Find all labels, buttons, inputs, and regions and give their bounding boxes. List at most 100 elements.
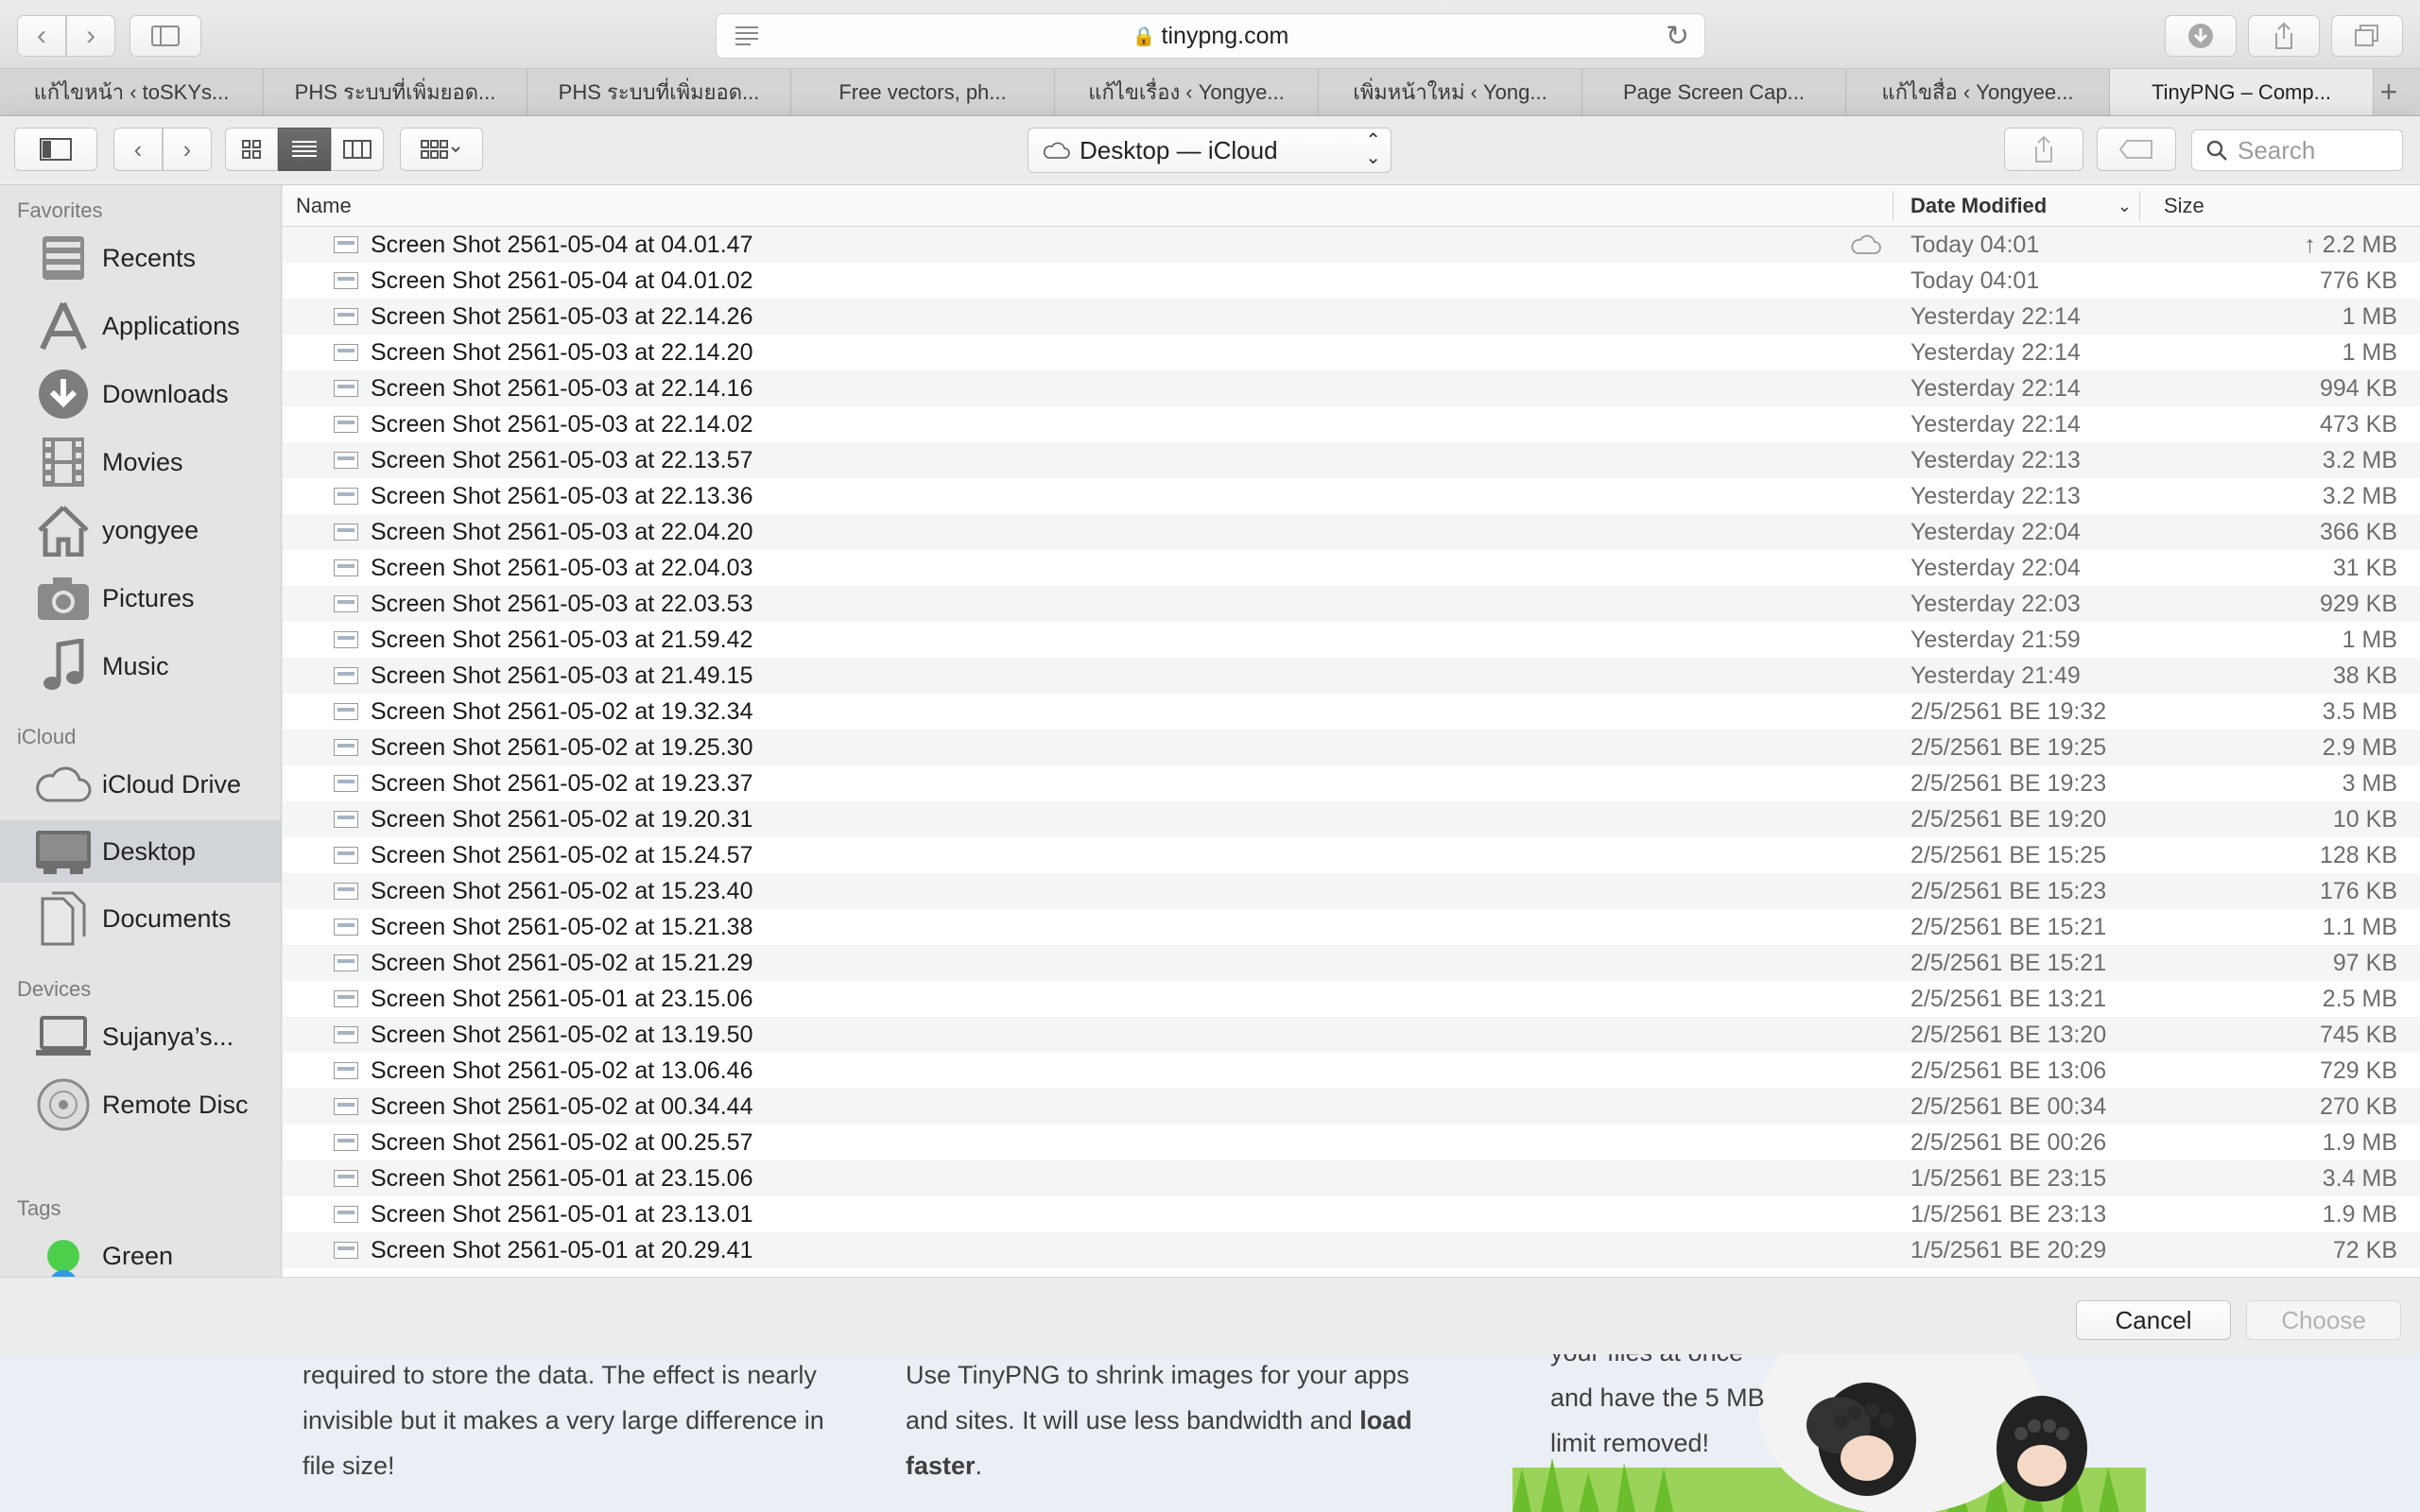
table-row[interactable]: Screen Shot 2561-05-02 at 19.25.30 2/5/25… bbox=[283, 730, 2420, 765]
tab-3[interactable]: PHS ระบบที่เพิ่มยอด... bbox=[527, 69, 791, 115]
plus-icon: + bbox=[2379, 75, 2398, 109]
tab-4[interactable]: Free vectors, ph... bbox=[791, 69, 1055, 115]
sidebar-item-remote-disc[interactable]: Remote Disc bbox=[0, 1074, 281, 1136]
forward-button[interactable]: › bbox=[66, 15, 115, 57]
arrange-button[interactable] bbox=[400, 128, 483, 171]
column-view-button[interactable] bbox=[331, 128, 384, 171]
image-file-icon bbox=[334, 1242, 358, 1259]
file-size: 31 KB bbox=[2332, 554, 2397, 581]
file-size: 97 KB bbox=[2332, 949, 2397, 976]
file-size: 994 KB bbox=[2319, 374, 2397, 402]
file-size: 1.1 MB bbox=[2322, 913, 2397, 940]
table-row[interactable]: Screen Shot 2561-05-02 at 15.21.29 2/5/25… bbox=[283, 945, 2420, 981]
back-button[interactable]: ‹ bbox=[113, 128, 163, 171]
tab-5[interactable]: แก้ไขเรื่อง ‹ Yongye... bbox=[1055, 69, 1319, 115]
cloud-icon bbox=[1043, 142, 1070, 159]
image-file-icon bbox=[334, 524, 358, 541]
table-row[interactable]: Screen Shot 2561-05-03 at 22.04.03 Yester… bbox=[283, 550, 2420, 586]
table-row[interactable]: Screen Shot 2561-05-01 at 23.13.01 1/5/25… bbox=[283, 1196, 2420, 1232]
table-row[interactable]: Screen Shot 2561-05-02 at 15.21.38 2/5/25… bbox=[283, 909, 2420, 945]
file-date: 1/5/2561 BE 20:29 bbox=[1910, 1236, 2107, 1263]
file-name: Screen Shot 2561-05-02 at 19.23.37 bbox=[371, 769, 753, 797]
sidebar-item-documents[interactable]: Documents bbox=[0, 887, 281, 950]
address-bar[interactable]: 🔒 tinypng.com ↻ bbox=[716, 13, 1705, 59]
table-row[interactable]: Screen Shot 2561-05-02 at 00.34.44 2/5/25… bbox=[283, 1089, 2420, 1125]
reader-icon[interactable] bbox=[734, 24, 760, 48]
sidebar-item-home[interactable]: yongyee bbox=[0, 499, 281, 561]
chevron-down-icon: ⌄ bbox=[2117, 196, 2132, 215]
sidebar-item-tag-green[interactable]: Green bbox=[0, 1225, 281, 1277]
file-name: Screen Shot 2561-05-03 at 22.14.16 bbox=[371, 374, 753, 402]
image-file-icon bbox=[334, 1098, 358, 1115]
reload-icon[interactable]: ↻ bbox=[1666, 20, 1689, 53]
table-row[interactable]: Screen Shot 2561-05-04 at 04.01.02 Today … bbox=[283, 263, 2420, 299]
column-divider[interactable] bbox=[2139, 191, 2140, 221]
table-row[interactable]: Screen Shot 2561-05-02 at 13.06.46 2/5/25… bbox=[283, 1053, 2420, 1089]
sidebar-toggle-button[interactable] bbox=[14, 128, 97, 171]
back-button[interactable]: ‹ bbox=[17, 15, 66, 57]
sidebar-item-pictures[interactable]: Pictures bbox=[0, 567, 281, 629]
location-popup[interactable]: Desktop — iCloud ⌃ ⌄ bbox=[1028, 128, 1392, 173]
tab-8[interactable]: แก้ไขสื่อ ‹ Yongyee... bbox=[1846, 69, 2110, 115]
choose-button[interactable]: Choose bbox=[2246, 1300, 2401, 1340]
table-row[interactable]: Screen Shot 2561-05-01 at 23.15.06 2/5/25… bbox=[283, 981, 2420, 1017]
tags-button[interactable] bbox=[2097, 128, 2176, 171]
list-icon bbox=[292, 141, 317, 157]
file-name: Screen Shot 2561-05-02 at 15.23.40 bbox=[371, 877, 753, 904]
list-view-button[interactable] bbox=[278, 128, 331, 171]
new-tab-button[interactable]: + bbox=[2374, 69, 2404, 115]
table-row[interactable]: Screen Shot 2561-05-03 at 22.14.20 Yester… bbox=[283, 335, 2420, 370]
sidebar-item-icloud-drive[interactable]: iCloud Drive bbox=[0, 753, 281, 816]
table-row[interactable]: Screen Shot 2561-05-02 at 19.20.31 2/5/25… bbox=[283, 801, 2420, 837]
tab-2[interactable]: PHS ระบบที่เพิ่มยอด... bbox=[264, 69, 527, 115]
icon-view-button[interactable] bbox=[225, 128, 278, 171]
share-button[interactable] bbox=[2004, 128, 2083, 171]
table-row[interactable]: Screen Shot 2561-05-03 at 22.14.16 Yester… bbox=[283, 370, 2420, 406]
table-row[interactable]: Screen Shot 2561-05-03 at 22.04.20 Yester… bbox=[283, 514, 2420, 550]
table-row[interactable]: Screen Shot 2561-05-03 at 22.13.36 Yester… bbox=[283, 478, 2420, 514]
table-row[interactable]: Screen Shot 2561-05-03 at 21.49.15 Yester… bbox=[283, 658, 2420, 694]
table-row[interactable]: Screen Shot 2561-05-02 at 15.23.40 2/5/25… bbox=[283, 873, 2420, 909]
downloads-button[interactable] bbox=[2165, 15, 2237, 57]
image-file-icon bbox=[334, 308, 358, 325]
table-row[interactable]: Screen Shot 2561-05-01 at 23.15.06 1/5/25… bbox=[283, 1160, 2420, 1196]
tab-label: PHS ระบบที่เพิ่มยอด... bbox=[294, 80, 496, 104]
table-row[interactable]: Screen Shot 2561-05-03 at 22.14.02 Yester… bbox=[283, 406, 2420, 442]
sidebar-item-label: Movies bbox=[102, 447, 183, 476]
table-row[interactable]: Screen Shot 2561-05-03 at 22.13.57 Yester… bbox=[283, 442, 2420, 478]
table-row[interactable]: Screen Shot 2561-05-03 at 22.03.53 Yester… bbox=[283, 586, 2420, 622]
table-row[interactable]: Screen Shot 2561-05-04 at 04.01.47 Today … bbox=[283, 227, 2420, 263]
sidebar-item-downloads[interactable]: Downloads bbox=[0, 363, 281, 425]
tab-9-active[interactable]: TinyPNG – Comp... bbox=[2110, 69, 2374, 115]
file-size: ↑ 2.2 MB bbox=[2304, 231, 2397, 258]
table-row[interactable]: Screen Shot 2561-05-03 at 21.59.42 Yester… bbox=[283, 622, 2420, 658]
search-field[interactable]: Search bbox=[2191, 129, 2403, 171]
sidebar-toggle-button[interactable] bbox=[130, 15, 201, 57]
file-date: 1/5/2561 BE 23:13 bbox=[1910, 1200, 2107, 1228]
sidebar-item-device-laptop[interactable]: Sujanya’s... bbox=[0, 1005, 281, 1068]
tab-6[interactable]: เพิ่มหน้าใหม่ ‹ Yong... bbox=[1319, 69, 1582, 115]
table-row[interactable]: Screen Shot 2561-05-02 at 15.24.57 2/5/25… bbox=[283, 837, 2420, 873]
sidebar-item-label: Sujanya’s... bbox=[102, 1022, 234, 1051]
tab-7[interactable]: Page Screen Cap... bbox=[1582, 69, 1846, 115]
share-button[interactable] bbox=[2248, 15, 2320, 57]
column-header-date[interactable]: Date Modified ⌄ bbox=[1910, 185, 2132, 227]
tab-1[interactable]: แก้ไขหน้า ‹ toSKYs... bbox=[0, 69, 264, 115]
table-row[interactable]: Screen Shot 2561-05-02 at 19.23.37 2/5/25… bbox=[283, 765, 2420, 801]
table-row[interactable]: Screen Shot 2561-05-02 at 13.19.50 2/5/25… bbox=[283, 1017, 2420, 1053]
file-date: 2/5/2561 BE 00:34 bbox=[1910, 1092, 2107, 1120]
forward-button[interactable]: › bbox=[163, 128, 212, 171]
sidebar-item-applications[interactable]: Applications bbox=[0, 295, 281, 357]
table-row[interactable]: Screen Shot 2561-05-02 at 19.32.34 2/5/25… bbox=[283, 694, 2420, 730]
sidebar-item-desktop[interactable]: Desktop bbox=[0, 820, 281, 883]
column-header-size[interactable]: Size bbox=[2164, 185, 2204, 227]
column-header-name[interactable]: Name bbox=[296, 185, 352, 227]
table-row[interactable]: Screen Shot 2561-05-02 at 00.25.57 2/5/25… bbox=[283, 1125, 2420, 1160]
table-row[interactable]: Screen Shot 2561-05-01 at 20.29.41 1/5/25… bbox=[283, 1232, 2420, 1268]
table-row[interactable]: Screen Shot 2561-05-03 at 22.14.26 Yester… bbox=[283, 299, 2420, 335]
sidebar-item-recents[interactable]: Recents bbox=[0, 227, 281, 289]
tab-overview-button[interactable] bbox=[2331, 15, 2403, 57]
sidebar-item-music[interactable]: Music bbox=[0, 635, 281, 697]
sidebar-item-movies[interactable]: Movies bbox=[0, 431, 281, 493]
cancel-button[interactable]: Cancel bbox=[2076, 1300, 2231, 1340]
